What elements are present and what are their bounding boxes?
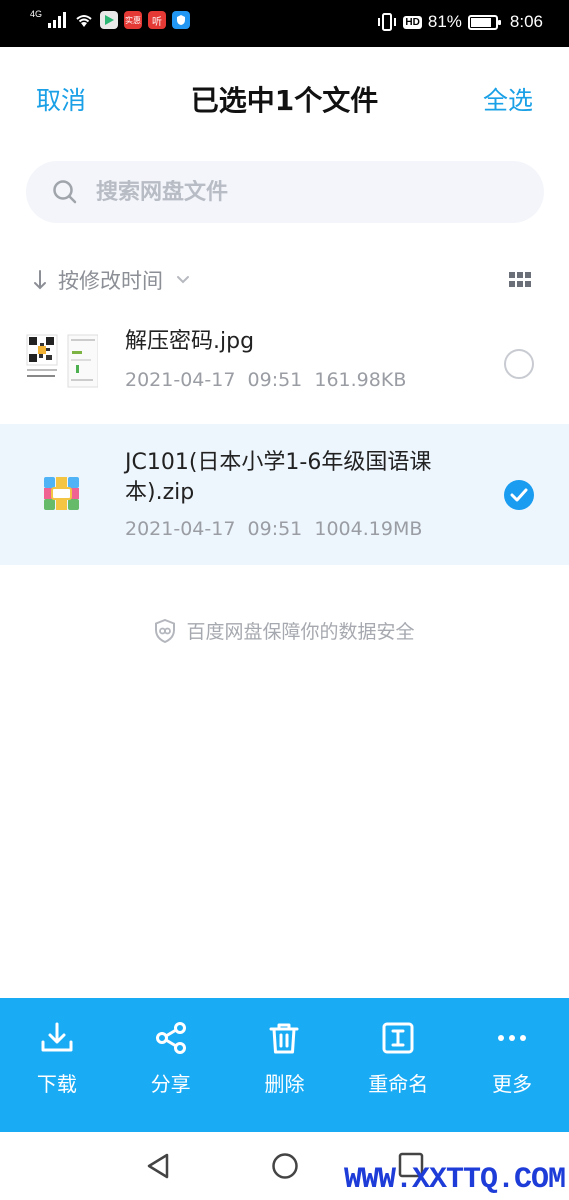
share-button[interactable]: 分享 — [114, 998, 228, 1132]
status-bar-right: HD 81% 8:06 — [377, 12, 543, 32]
sort-control[interactable]: 按修改时间 — [32, 265, 191, 295]
file-row-selected[interactable]: JC101(日本小学1-6年级国语课本).zip 2021-04-17 09:5… — [0, 424, 569, 565]
search-input[interactable] — [96, 179, 496, 205]
file-meta: 2021-04-17 09:51 1004.19MB — [125, 518, 422, 540]
delete-label: 删除 — [264, 1072, 305, 1096]
more-button[interactable]: 更多 — [455, 998, 569, 1132]
sort-label: 按修改时间 — [58, 269, 163, 293]
security-note-text: 百度网盘保障你的数据安全 — [186, 621, 415, 643]
file-size: 1004.19MB — [314, 518, 423, 540]
search-bar[interactable] — [26, 161, 544, 223]
file-time: 09:51 — [247, 518, 303, 540]
select-checkbox[interactable] — [504, 349, 534, 379]
network-type: 4G — [30, 9, 43, 19]
file-time: 09:51 — [247, 369, 303, 391]
share-label: 分享 — [150, 1072, 191, 1096]
file-name: JC101(日本小学1-6年级国语课本).zip — [125, 450, 432, 505]
play-store-icon — [100, 11, 119, 29]
download-button[interactable]: 下载 — [0, 998, 114, 1132]
status-bar: 4G 实惠 听 HD 81% 8:06 — [0, 0, 569, 47]
app-icon-shihui-label: 实惠 — [125, 15, 142, 25]
battery-percent: 81% — [427, 12, 462, 31]
clock: 8:06 — [509, 12, 543, 31]
watermark: WWW.XXTTQ.COM — [343, 1163, 566, 1197]
app-icon-shihui: 实惠 — [124, 11, 143, 29]
checkmark-icon — [510, 488, 528, 502]
vibrate-icon — [378, 13, 397, 31]
sort-row: 按修改时间 — [32, 262, 537, 298]
share-icon — [155, 1022, 186, 1054]
grid-view-icon[interactable] — [509, 272, 531, 288]
more-icon — [498, 1035, 527, 1041]
file-size: 161.98KB — [314, 369, 407, 391]
image-thumbnail — [26, 333, 99, 389]
more-label: 更多 — [492, 1072, 533, 1096]
delete-button[interactable]: 删除 — [228, 998, 342, 1132]
shield-app-icon — [172, 11, 191, 29]
app-icon-ting-label: 听 — [152, 16, 163, 28]
file-name: 解压密码.jpg — [125, 329, 255, 354]
action-toolbar: 下载 分享 删除 重命名 更多 — [0, 998, 569, 1132]
chevron-down-icon — [177, 276, 189, 284]
selection-header: 取消 已选中1个文件 全选 — [0, 47, 569, 147]
file-date: 2021-04-17 — [125, 369, 236, 391]
signal-icon — [48, 12, 67, 28]
file-row[interactable]: 解压密码.jpg 2021-04-17 09:51 161.98KB — [0, 305, 569, 423]
app-icon-ting: 听 — [148, 11, 167, 29]
wifi-icon — [76, 15, 92, 27]
zip-file-icon — [44, 477, 79, 510]
home-icon[interactable] — [271, 1152, 299, 1180]
download-icon — [41, 1022, 73, 1052]
battery-icon — [467, 14, 501, 30]
arrow-down-icon — [34, 270, 46, 290]
select-checkbox-checked[interactable] — [504, 480, 534, 510]
file-meta: 2021-04-17 09:51 161.98KB — [125, 369, 406, 391]
back-icon[interactable] — [145, 1152, 171, 1180]
trash-icon — [269, 1023, 299, 1054]
select-all-button[interactable]: 全选 — [483, 81, 533, 117]
file-date: 2021-04-17 — [125, 518, 236, 540]
shield-icon — [155, 618, 176, 643]
rename-button[interactable]: 重命名 — [341, 998, 455, 1132]
rename-label: 重命名 — [368, 1072, 429, 1096]
status-bar-left: 4G 实惠 听 — [30, 9, 191, 29]
hd-badge: HD — [403, 15, 422, 29]
rename-icon — [382, 1022, 414, 1054]
download-label: 下载 — [36, 1072, 77, 1096]
search-icon — [53, 180, 77, 204]
security-note: 百度网盘保障你的数据安全 — [0, 617, 569, 644]
